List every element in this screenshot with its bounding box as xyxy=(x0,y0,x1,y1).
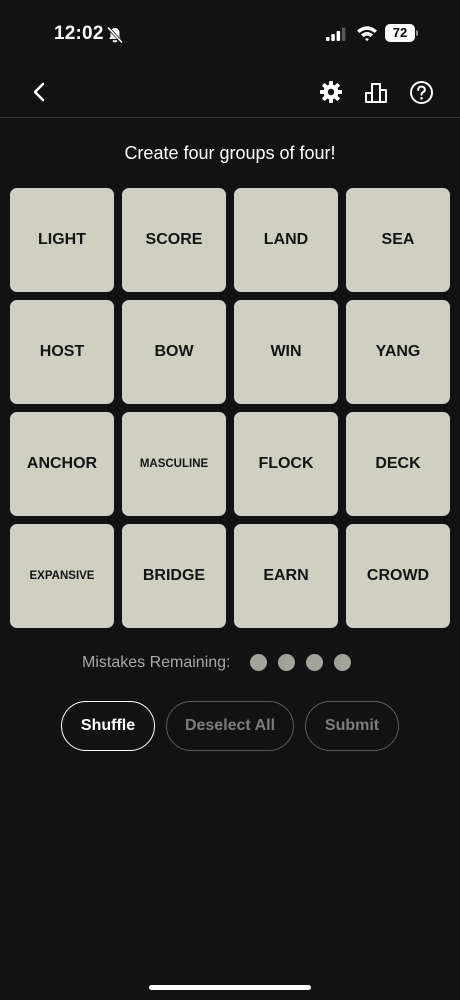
word-tile[interactable]: BRIDGE xyxy=(122,524,226,628)
word-tile[interactable]: HOST xyxy=(10,300,114,404)
mistakes-remaining: Mistakes Remaining: xyxy=(0,652,460,674)
battery-icon: 72 xyxy=(385,24,418,42)
mistake-dot xyxy=(306,654,323,671)
deselect-all-button[interactable]: Deselect All xyxy=(166,701,294,751)
top-nav xyxy=(0,68,460,118)
shuffle-button[interactable]: Shuffle xyxy=(61,701,155,751)
word-tile[interactable]: BOW xyxy=(122,300,226,404)
status-time: 12:02 xyxy=(54,23,104,44)
mistake-dot xyxy=(250,654,267,671)
help-icon[interactable] xyxy=(409,80,434,105)
word-tile[interactable]: SCORE xyxy=(122,188,226,292)
home-indicator xyxy=(149,985,311,990)
word-tile[interactable]: YANG xyxy=(346,300,450,404)
mistakes-label: Mistakes Remaining: xyxy=(82,654,231,671)
back-chevron-icon[interactable] xyxy=(26,78,54,106)
leaderboard-icon[interactable] xyxy=(364,80,388,104)
signal-icon xyxy=(326,27,346,41)
word-tile[interactable]: LAND xyxy=(234,188,338,292)
word-tile[interactable]: SEA xyxy=(346,188,450,292)
word-tile[interactable]: EXPANSIVE xyxy=(10,524,114,628)
mistake-dot xyxy=(334,654,351,671)
word-tile[interactable]: CROWD xyxy=(346,524,450,628)
word-grid: LIGHT SCORE LAND SEA HOST BOW WIN YANG A… xyxy=(10,188,450,628)
word-tile[interactable]: ANCHOR xyxy=(10,412,114,516)
gear-icon[interactable] xyxy=(319,80,343,104)
mistake-dot xyxy=(278,654,295,671)
word-tile[interactable]: FLOCK xyxy=(234,412,338,516)
word-tile[interactable]: EARN xyxy=(234,524,338,628)
word-tile[interactable]: DECK xyxy=(346,412,450,516)
instructions-text: Create four groups of four! xyxy=(124,143,336,163)
word-tile[interactable]: WIN xyxy=(234,300,338,404)
submit-button[interactable]: Submit xyxy=(305,701,399,751)
word-tile[interactable]: LIGHT xyxy=(10,188,114,292)
battery-tip xyxy=(416,30,418,36)
wifi-icon xyxy=(357,26,377,42)
bell-slash-icon xyxy=(106,26,124,44)
status-bar: 12:02 72 xyxy=(0,0,460,68)
battery-level: 72 xyxy=(385,24,415,42)
word-tile[interactable]: MASCULINE xyxy=(122,412,226,516)
mistake-dots xyxy=(250,654,351,671)
